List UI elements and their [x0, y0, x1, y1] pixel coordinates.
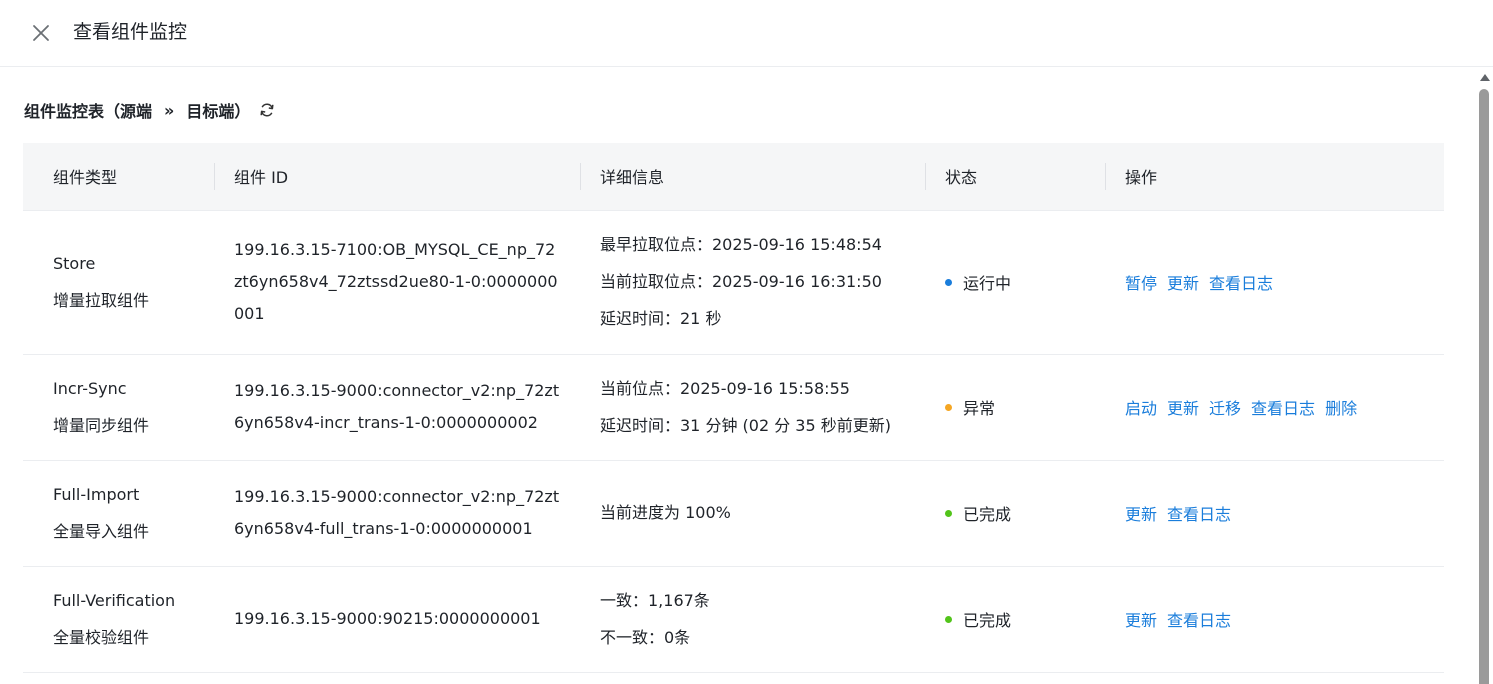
column-header-operation-label: 操作 — [1125, 168, 1158, 188]
cell-component-id: 199.16.3.15-9000:90215:0000000001 — [214, 566, 580, 673]
table-row: Full-Import 全量导入组件 199.16.3.15-9000:conn… — [23, 460, 1444, 567]
drawer-title: 查看组件监控 — [73, 21, 188, 43]
section-title: 组件监控表（源端 » 目标端） — [24, 98, 275, 122]
view-log-link[interactable]: 查看日志 — [1167, 501, 1231, 525]
cell-details: 一致：1,167条 不一致：0条 — [580, 566, 925, 673]
cell-details: 最早拉取位点：2025-09-16 15:48:54 当前拉取位点：2025-0… — [580, 210, 925, 355]
drawer-header: 查看组件监控 — [0, 0, 1493, 67]
component-type-desc: 全量校验组件 — [53, 627, 150, 647]
detail-line: 当前位点：2025-09-16 15:58:55 — [600, 378, 850, 398]
status-badge: 已完成 — [945, 501, 1105, 525]
status-text: 运行中 — [963, 274, 1012, 293]
cell-status: 异常 — [925, 354, 1105, 461]
cell-component-type: Store 增量拉取组件 — [23, 210, 214, 355]
component-id: 199.16.3.15-9000:connector_v2:np_72zt6yn… — [234, 487, 560, 538]
component-monitor-drawer: 查看组件监控 组件监控表（源端 » 目标端） 组件类型 组件 ID 详细信息 状… — [0, 0, 1493, 684]
component-type-desc: 增量拉取组件 — [53, 290, 150, 310]
table-row: Store 增量拉取组件 199.16.3.15-7100:OB_MYSQL_C… — [23, 210, 1444, 355]
column-header-detail: 详细信息 — [580, 143, 925, 211]
component-monitor-table: 组件类型 组件 ID 详细信息 状态 操作 Store 增量拉取组件 199.1… — [23, 143, 1444, 673]
status-badge: 已完成 — [945, 607, 1105, 631]
status-dot-icon — [945, 509, 952, 517]
update-link[interactable]: 更新 — [1167, 270, 1199, 294]
status-dot-icon — [945, 403, 952, 411]
table-row: Full-Verification 全量校验组件 199.16.3.15-900… — [23, 566, 1444, 673]
cell-operations: 暂停 更新 查看日志 — [1105, 210, 1444, 355]
column-header-id-label: 组件 ID — [234, 168, 289, 188]
status-badge: 异常 — [945, 395, 1105, 419]
detail-line: 延迟时间：31 分钟 (02 分 35 秒前更新) — [600, 415, 891, 435]
cell-component-id: 199.16.3.15-9000:connector_v2:np_72zt6yn… — [214, 460, 580, 567]
scrollbar-thumb[interactable] — [1479, 89, 1489, 684]
component-id: 199.16.3.15-9000:90215:0000000001 — [234, 609, 541, 628]
status-badge: 运行中 — [945, 270, 1105, 294]
status-dot-icon — [945, 615, 952, 623]
scroll-up-arrow-icon[interactable] — [1480, 74, 1490, 81]
component-type-desc: 增量同步组件 — [53, 415, 150, 435]
table-row: Incr-Sync 增量同步组件 199.16.3.15-9000:connec… — [23, 354, 1444, 461]
view-log-link[interactable]: 查看日志 — [1167, 607, 1231, 631]
view-log-link[interactable]: 查看日志 — [1251, 395, 1315, 419]
cell-details: 当前进度为 100% — [580, 460, 925, 567]
component-type-name: Full-Verification — [53, 590, 176, 610]
cell-operations: 启动 更新 迁移 查看日志 删除 — [1105, 354, 1444, 461]
refresh-icon[interactable] — [259, 102, 275, 118]
component-type-name: Full-Import — [53, 484, 140, 504]
column-header-status: 状态 — [925, 143, 1105, 211]
component-type-name: Incr-Sync — [53, 378, 127, 398]
migrate-link[interactable]: 迁移 — [1209, 395, 1241, 419]
drawer-body: 组件监控表（源端 » 目标端） 组件类型 组件 ID 详细信息 状态 操作 St… — [0, 67, 1476, 684]
cell-details: 当前位点：2025-09-16 15:58:55 延迟时间：31 分钟 (02 … — [580, 354, 925, 461]
cell-operations: 更新 查看日志 — [1105, 460, 1444, 567]
component-id: 199.16.3.15-9000:connector_v2:np_72zt6yn… — [234, 381, 560, 432]
vertical-scrollbar[interactable] — [1476, 67, 1493, 684]
detail-line: 延迟时间：21 秒 — [600, 309, 722, 328]
column-header-operation: 操作 — [1105, 143, 1444, 211]
pause-link[interactable]: 暂停 — [1125, 270, 1157, 294]
cell-status: 已完成 — [925, 566, 1105, 673]
section-title-source: 组件监控表（源端 — [24, 102, 153, 121]
cell-component-type: Incr-Sync 增量同步组件 — [23, 354, 214, 461]
section-title-target: 目标端） — [186, 102, 251, 121]
update-link[interactable]: 更新 — [1167, 395, 1199, 419]
detail-line: 当前进度为 100% — [600, 503, 731, 522]
column-header-detail-label: 详细信息 — [600, 168, 665, 188]
detail-line: 最早拉取位点：2025-09-16 15:48:54 — [600, 235, 882, 254]
status-dot-icon — [945, 278, 952, 286]
detail-line: 当前拉取位点：2025-09-16 16:31:50 — [600, 272, 882, 291]
column-header-id: 组件 ID — [214, 143, 580, 211]
cell-operations: 更新 查看日志 — [1105, 566, 1444, 673]
update-link[interactable]: 更新 — [1125, 501, 1157, 525]
delete-link[interactable]: 删除 — [1325, 395, 1357, 419]
component-type-name: Store — [53, 253, 96, 273]
cell-status: 运行中 — [925, 210, 1105, 355]
column-header-type: 组件类型 — [23, 143, 214, 211]
cell-component-type: Full-Import 全量导入组件 — [23, 460, 214, 567]
section-title-separator: » — [164, 100, 175, 120]
column-header-status-label: 状态 — [945, 168, 978, 188]
cell-status: 已完成 — [925, 460, 1105, 567]
detail-line: 一致：1,167条 — [600, 590, 710, 610]
cell-component-id: 199.16.3.15-7100:OB_MYSQL_CE_np_72zt6yn6… — [214, 210, 580, 355]
cell-component-type: Full-Verification 全量校验组件 — [23, 566, 214, 673]
detail-line: 不一致：0条 — [600, 627, 691, 647]
status-text: 已完成 — [963, 611, 1012, 630]
table-header-row: 组件类型 组件 ID 详细信息 状态 操作 — [23, 143, 1444, 211]
status-text: 已完成 — [963, 505, 1012, 524]
view-log-link[interactable]: 查看日志 — [1209, 270, 1273, 294]
update-link[interactable]: 更新 — [1125, 607, 1157, 631]
close-icon[interactable] — [28, 20, 54, 46]
start-link[interactable]: 启动 — [1125, 395, 1157, 419]
cell-component-id: 199.16.3.15-9000:connector_v2:np_72zt6yn… — [214, 354, 580, 461]
component-type-desc: 全量导入组件 — [53, 521, 150, 541]
status-text: 异常 — [963, 399, 996, 418]
component-id: 199.16.3.15-7100:OB_MYSQL_CE_np_72zt6yn6… — [234, 240, 558, 323]
